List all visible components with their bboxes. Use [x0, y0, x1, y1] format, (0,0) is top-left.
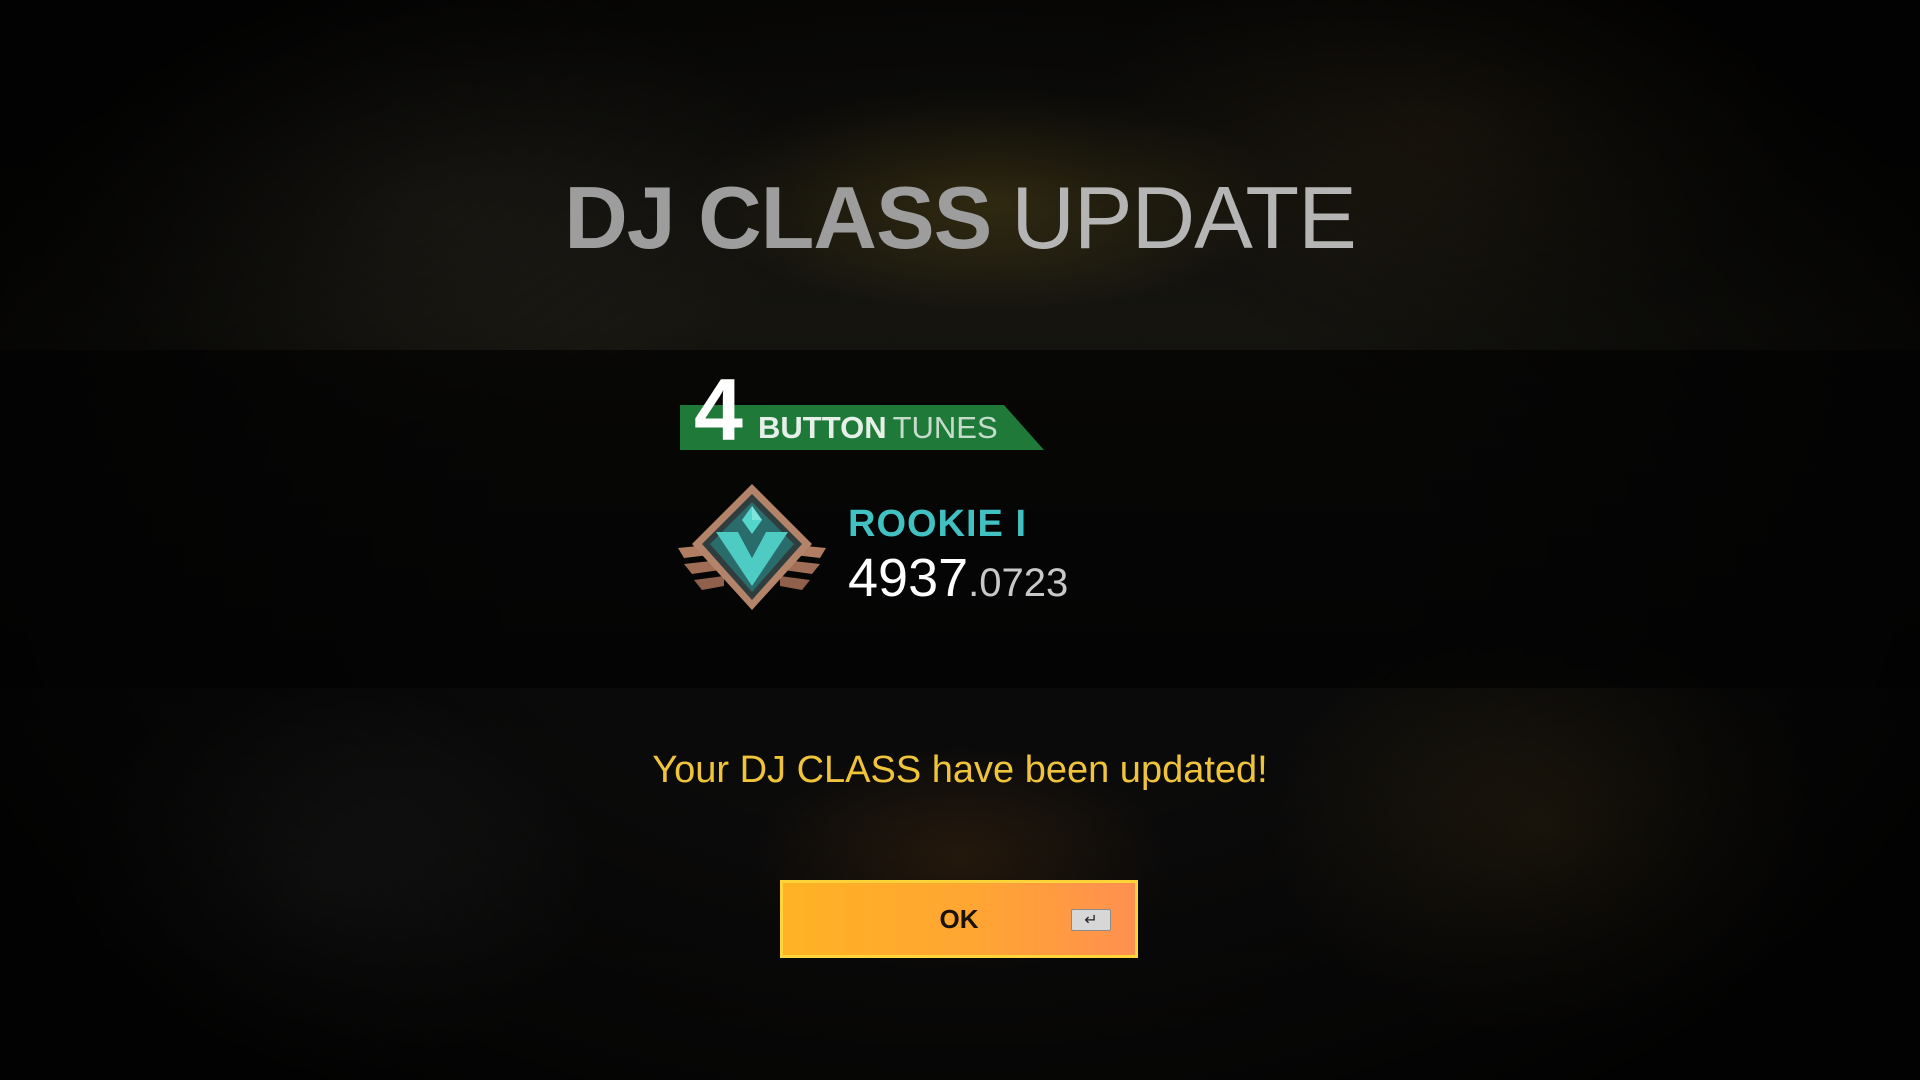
dj-class-update-screen: DJ CLASS UPDATE 4 BUTTON TUNES ROOKIE I 49… — [0, 0, 1920, 1080]
rank-score-integer: 4937 — [848, 548, 969, 608]
mode-label: BUTTON TUNES — [758, 410, 998, 446]
title-bold: DJ CLASS — [564, 168, 992, 267]
screen-title: DJ CLASS UPDATE — [0, 168, 1920, 268]
enter-key-icon: ↵ — [1071, 909, 1111, 931]
mode-label-bold: BUTTON — [758, 410, 887, 445]
mode-number: 4 — [694, 360, 743, 459]
rank-name: ROOKIE I — [848, 503, 1028, 545]
ok-button[interactable]: OK ↵ — [780, 880, 1138, 958]
mode-label-light: TUNES — [892, 410, 998, 445]
rank-score-decimal: .0723 — [968, 561, 1069, 605]
rookie-rank-emblem-icon — [678, 484, 826, 610]
update-message: Your DJ CLASS have been updated! — [652, 749, 1268, 791]
title-light: UPDATE — [1011, 168, 1356, 267]
rank-score: 4937.0723 — [848, 548, 1068, 608]
